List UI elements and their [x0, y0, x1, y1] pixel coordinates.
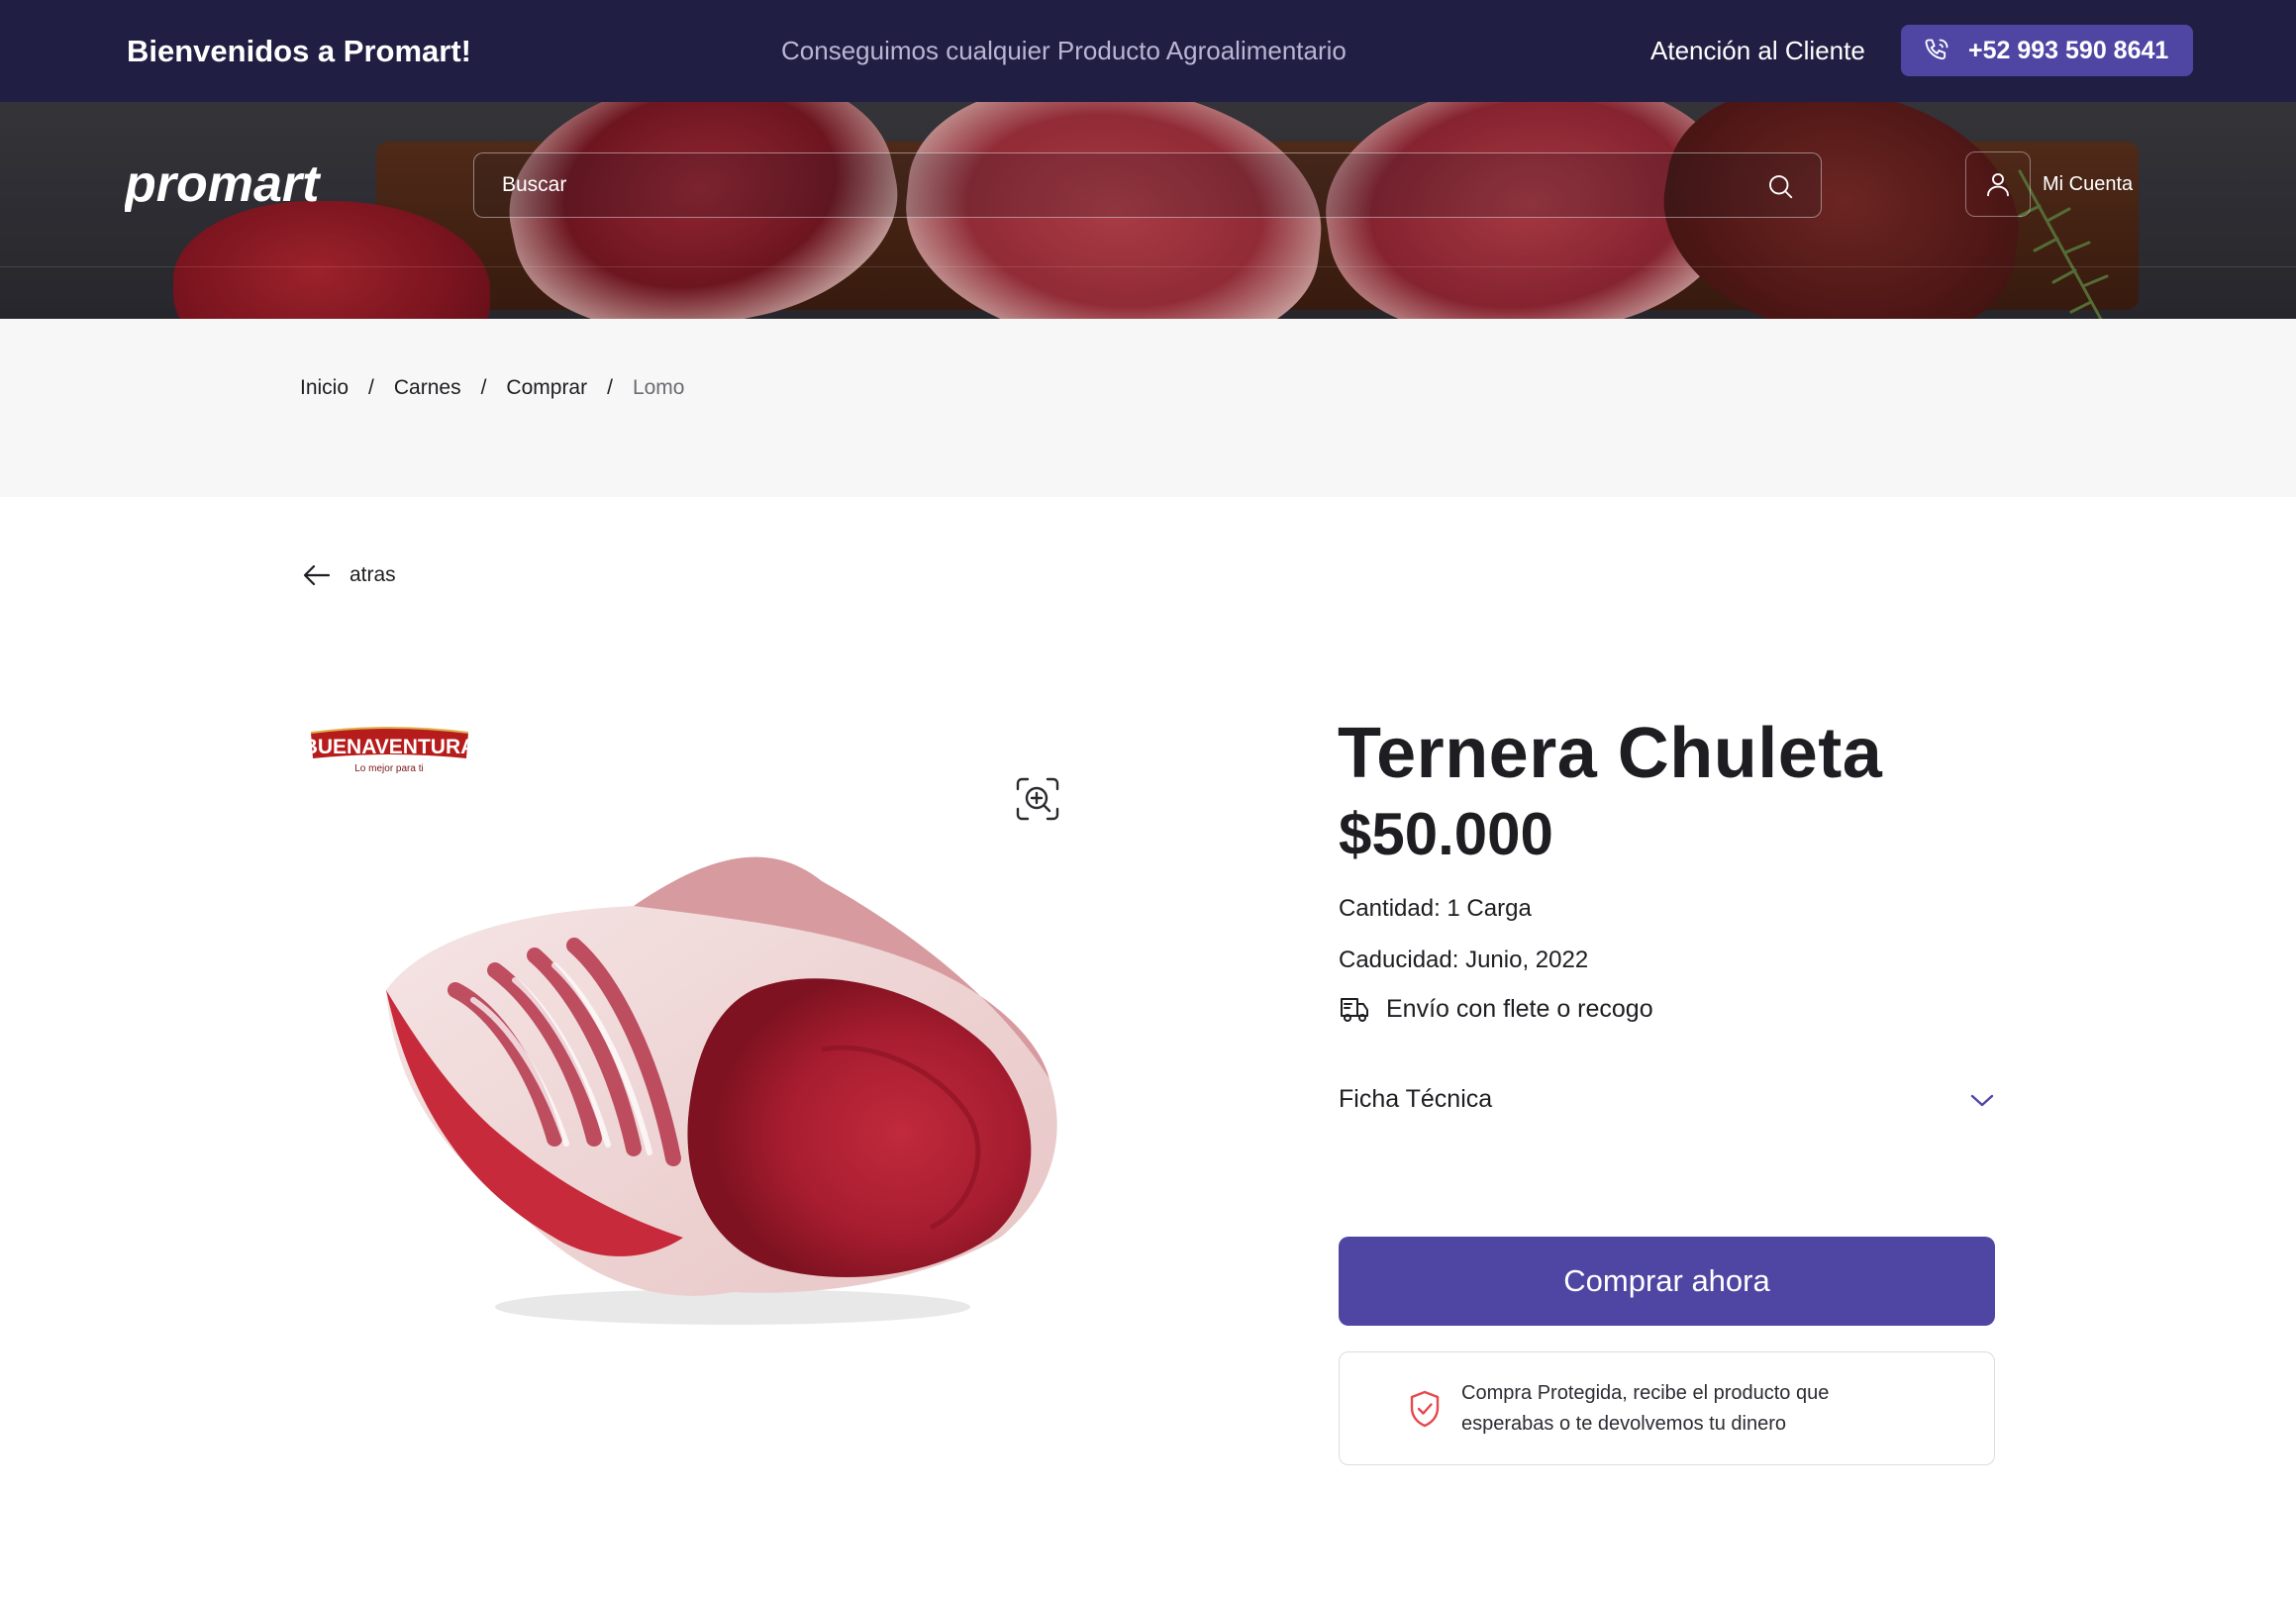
purchase-protection-box: Compra Protegida, recibe el producto que…	[1339, 1351, 1995, 1465]
shield-check-icon	[1410, 1390, 1440, 1428]
breadcrumb-separator: /	[607, 376, 613, 399]
search-icon[interactable]	[1765, 171, 1795, 201]
arrow-left-icon	[303, 564, 331, 586]
buy-now-button[interactable]: Comprar ahora	[1339, 1237, 1995, 1326]
logo-text: promart	[125, 157, 322, 213]
user-icon	[1987, 173, 2009, 197]
chevron-down-icon	[1970, 1094, 1994, 1106]
zoom-icon[interactable]	[1014, 775, 1061, 823]
product-quantity: Cantidad: 1 Carga	[1339, 895, 1532, 922]
phone-number: +52 993 590 8641	[1968, 36, 2169, 64]
breadcrumb-current: Lomo	[632, 376, 685, 399]
product-expiry: Caducidad: Junio, 2022	[1339, 947, 1589, 973]
shipping-info: Envío con flete o recogo	[1339, 993, 1653, 1025]
breadcrumb-comprar[interactable]: Comprar	[506, 376, 587, 400]
breadcrumb-separator: /	[368, 376, 374, 399]
search-bar[interactable]	[473, 152, 1822, 218]
tagline-text: Conseguimos cualquier Producto Agroalime…	[781, 36, 1347, 65]
brand-slogan: Lo mejor para ti	[354, 763, 423, 774]
back-link[interactable]: atras	[302, 562, 396, 588]
truck-icon	[1341, 998, 1368, 1022]
brand-name: BUENAVENTURA	[308, 736, 471, 758]
product-title: Ternera Chuleta	[1338, 714, 1883, 793]
brand-logo: BUENAVENTURA Lo mejor para ti	[308, 727, 471, 774]
breadcrumb-carnes[interactable]: Carnes	[394, 376, 461, 400]
phone-button[interactable]: +52 993 590 8641	[1901, 25, 2193, 76]
shipping-label: Envío con flete o recogo	[1386, 994, 1653, 1023]
phone-icon	[1925, 39, 1948, 60]
breadcrumb-separator: /	[480, 376, 487, 399]
welcome-text: Bienvenidos a Promart!	[127, 34, 471, 68]
hero-header: promart Mi Cuenta	[0, 102, 2296, 319]
divider	[0, 266, 2296, 267]
breadcrumb-home[interactable]: Inicio	[300, 376, 349, 400]
back-label: atras	[349, 563, 396, 586]
search-input[interactable]	[502, 153, 1730, 216]
account-button[interactable]	[1965, 151, 2031, 217]
spec-sheet-accordion[interactable]: Ficha Técnica	[1339, 1085, 1996, 1114]
account-label[interactable]: Mi Cuenta	[2043, 173, 2133, 196]
top-bar: Bienvenidos a Promart! Conseguimos cualq…	[0, 0, 2296, 102]
breadcrumb-band: Inicio / Carnes / Comprar / Lomo	[0, 319, 2296, 497]
breadcrumb: Inicio / Carnes / Comprar / Lomo	[300, 376, 684, 400]
customer-service-link[interactable]: Atención al Cliente	[1650, 36, 1865, 66]
protection-text: Compra Protegida, recibe el producto que…	[1461, 1382, 1830, 1435]
spec-sheet-label: Ficha Técnica	[1339, 1085, 1493, 1113]
promart-logo[interactable]: promart	[125, 157, 343, 213]
product-price: $50.000	[1339, 801, 1553, 867]
product-image	[386, 856, 1057, 1325]
